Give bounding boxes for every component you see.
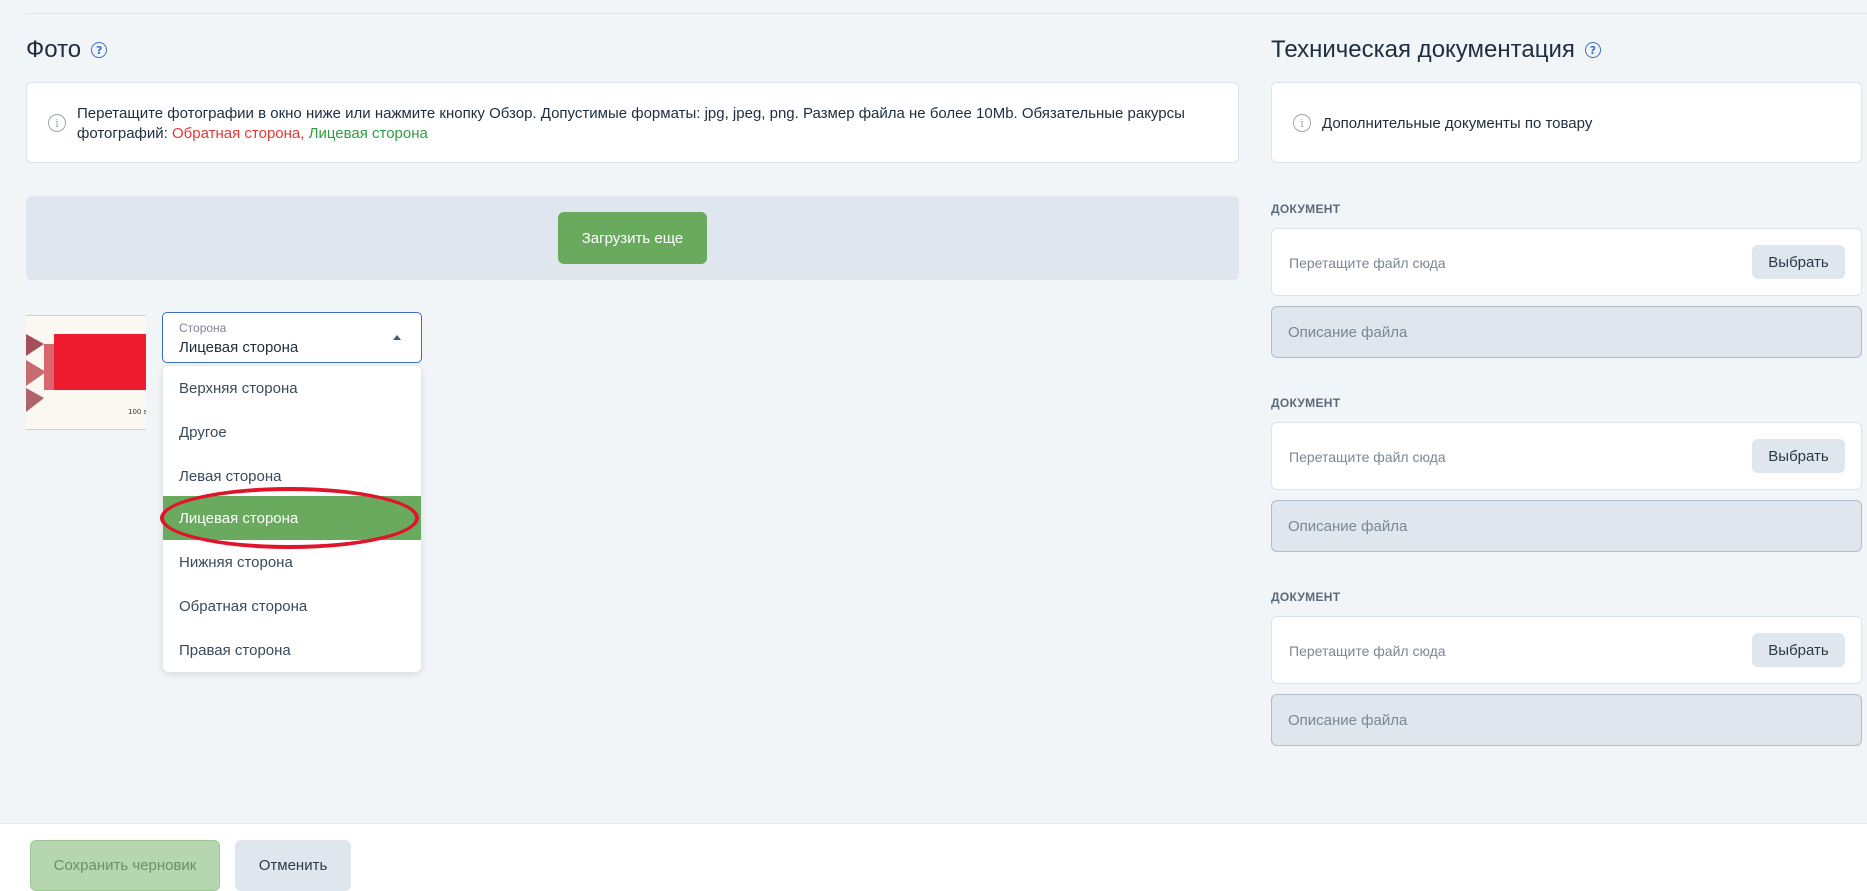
info-icon: i (1293, 114, 1311, 132)
thumbnail-image: 100 s (26, 316, 146, 429)
side-select[interactable]: Сторона Лицевая сторона (162, 312, 422, 363)
document-drop-text: Перетащите файл сюда (1289, 255, 1446, 271)
side-select-value: Лицевая сторона (179, 339, 299, 356)
photo-info-text: Перетащите фотографии в окно ниже или на… (77, 104, 1227, 144)
photo-thumbnail[interactable]: 100 s (26, 315, 146, 430)
document-label: ДОКУМЕНТ (1271, 396, 1341, 410)
save-draft-button[interactable]: Сохранить черновик (30, 840, 220, 891)
document-drop-zone[interactable]: Перетащите файл сюда Выбрать (1271, 228, 1862, 296)
help-icon[interactable]: ? (91, 42, 108, 58)
file-description-input[interactable]: Описание файла (1271, 306, 1862, 358)
photo-title-text: Фото (26, 36, 82, 63)
photo-info-card: i Перетащите фотографии в окно ниже или … (26, 82, 1239, 163)
photo-info-line1: Перетащите фотографии в окно ниже или на… (77, 105, 1185, 122)
dropdown-option[interactable]: Обратная сторона (163, 584, 421, 628)
document-drop-text: Перетащите файл сюда (1289, 643, 1446, 659)
document-drop-text: Перетащите файл сюда (1289, 449, 1446, 465)
side-select-label: Сторона (179, 321, 227, 335)
choose-file-button[interactable]: Выбрать (1752, 245, 1845, 279)
dropdown-option[interactable]: Другое (163, 410, 421, 454)
tech-docs-info-text: Дополнительные документы по товару (1322, 115, 1593, 132)
tech-docs-title-text: Техническая документация (1271, 36, 1575, 63)
photo-info-line2: фотографий: (77, 125, 168, 142)
document-drop-zone[interactable]: Перетащите файл сюда Выбрать (1271, 616, 1862, 684)
document-label: ДОКУМЕНТ (1271, 202, 1341, 216)
highlight-ellipse (160, 487, 419, 549)
tech-docs-section-title: Техническая документация ? (1271, 36, 1601, 64)
help-icon[interactable]: ? (1584, 42, 1601, 58)
file-description-input[interactable]: Описание файла (1271, 500, 1862, 552)
top-divider (26, 13, 1867, 14)
choose-file-button[interactable]: Выбрать (1752, 633, 1845, 667)
cancel-button[interactable]: Отменить (235, 840, 351, 891)
choose-file-button[interactable]: Выбрать (1752, 439, 1845, 473)
dropdown-option[interactable]: Верхняя сторона (163, 366, 421, 410)
required-angle-green: Лицевая сторона (308, 125, 428, 142)
required-angle-red: Обратная сторона, (172, 125, 305, 142)
thumbnail-caption: 100 s (128, 408, 146, 416)
dropdown-option[interactable]: Правая сторона (163, 628, 421, 672)
file-description-input[interactable]: Описание файла (1271, 694, 1862, 746)
photo-section-title: Фото ? (26, 36, 108, 64)
caret-up-icon (393, 335, 401, 340)
tech-docs-info-card: i Дополнительные документы по товару (1271, 82, 1862, 163)
document-label: ДОКУМЕНТ (1271, 590, 1341, 604)
document-drop-zone[interactable]: Перетащите файл сюда Выбрать (1271, 422, 1862, 490)
upload-more-button[interactable]: Загрузить еще (558, 212, 707, 264)
info-icon: i (48, 114, 66, 132)
